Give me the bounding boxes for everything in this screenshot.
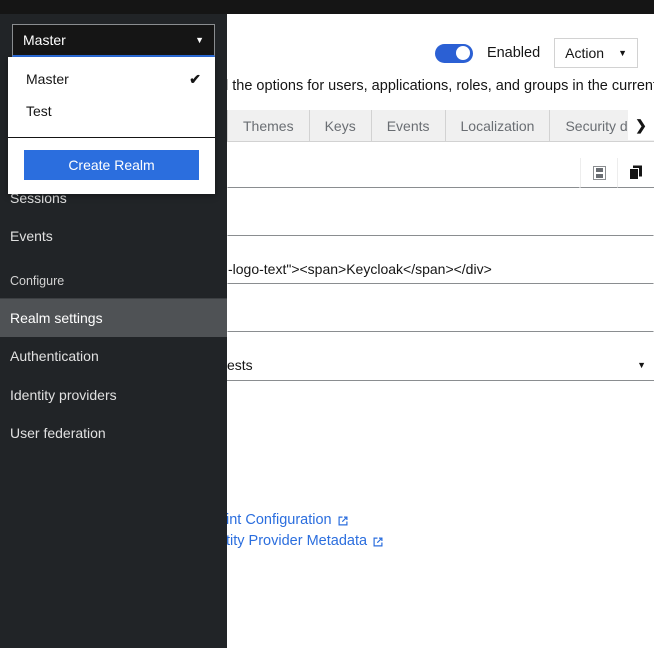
tab-keys[interactable]: Keys xyxy=(310,110,372,141)
select-input[interactable]: ests ▼ xyxy=(227,350,654,381)
sidebar-item-label: User federation xyxy=(10,425,106,441)
tab-themes[interactable]: Themes xyxy=(227,110,310,141)
action-button-label: Action xyxy=(565,45,604,61)
tab-label: Keys xyxy=(325,118,356,134)
realm-option-test[interactable]: Test xyxy=(8,95,215,127)
form-row-4 xyxy=(227,302,654,332)
caret-down-icon: ▼ xyxy=(195,36,204,45)
sidebar-item-authentication[interactable]: Authentication xyxy=(0,337,227,376)
realm-settings-form: -logo-text"><span>Keycloak</span></div> … xyxy=(227,142,654,380)
tab-label: Themes xyxy=(243,118,294,134)
tab-label: Localization xyxy=(461,118,535,134)
copy-icon[interactable] xyxy=(617,158,654,188)
realm-selector-value: Master xyxy=(23,32,195,48)
main-content: Enabled Action ▼ l the options for users… xyxy=(227,14,654,648)
realm-option-label: Test xyxy=(26,103,201,119)
sidebar-item-realm-settings[interactable]: Realm settings xyxy=(0,299,227,338)
sidebar-item-label: Realm settings xyxy=(10,310,103,326)
chevron-right-icon[interactable]: ❯ xyxy=(628,110,654,140)
tab-label: Events xyxy=(387,118,430,134)
nav-configure-list: Realm settings Authentication Identity p… xyxy=(0,299,227,453)
link-label: int Configuration xyxy=(227,510,332,531)
header-controls: Enabled Action ▼ xyxy=(435,38,638,68)
openid-endpoint-config-link[interactable]: int Configuration xyxy=(227,510,384,531)
tab-events[interactable]: Events xyxy=(372,110,446,141)
check-icon: ✔ xyxy=(189,71,201,88)
text-input-3[interactable]: -logo-text"><span>Keycloak</span></div> xyxy=(227,254,654,284)
page-header: Enabled Action ▼ l the options for users… xyxy=(227,14,654,110)
enabled-toggle-label: Enabled xyxy=(487,45,540,61)
form-row-1 xyxy=(227,158,654,188)
external-link-icon xyxy=(372,536,384,548)
form-row-3: -logo-text"><span>Keycloak</span></div> xyxy=(227,254,654,284)
realm-selector-wrap: Master ▼ xyxy=(0,14,227,57)
input-value: -logo-text"><span>Keycloak</span></div> xyxy=(228,261,492,277)
sidebar-item-events[interactable]: Events xyxy=(0,217,227,256)
sidebar-item-user-federation[interactable]: User federation xyxy=(0,414,227,453)
sidebar-item-label: Identity providers xyxy=(10,387,117,403)
action-button[interactable]: Action ▼ xyxy=(554,38,638,68)
caret-down-icon: ▼ xyxy=(637,360,654,370)
page-description: l the options for users, applications, r… xyxy=(227,78,654,94)
select-value: ests xyxy=(227,357,253,373)
endpoint-links: int Configuration tity Provider Metadata xyxy=(227,510,384,552)
text-input-1[interactable] xyxy=(227,158,580,188)
realm-option-list: Master ✔ Test xyxy=(8,57,215,133)
sidebar-item-label: Events xyxy=(10,228,53,244)
link-label: tity Provider Metadata xyxy=(227,531,367,552)
caret-down-icon: ▼ xyxy=(618,48,627,58)
saml-idp-metadata-link[interactable]: tity Provider Metadata xyxy=(227,531,384,552)
sidebar-item-label: Authentication xyxy=(10,348,99,364)
save-disk-icon[interactable] xyxy=(580,158,617,188)
form-row-2 xyxy=(227,206,654,236)
toggle-knob xyxy=(456,46,470,60)
external-link-icon xyxy=(337,515,349,527)
realm-option-master[interactable]: Master ✔ xyxy=(8,63,215,95)
sidebar-section-configure: Configure xyxy=(0,264,227,298)
text-input-2[interactable] xyxy=(227,206,654,236)
text-input-4[interactable] xyxy=(227,302,654,332)
realm-option-label: Master xyxy=(26,71,189,87)
create-realm-button[interactable]: Create Realm xyxy=(24,150,199,180)
enabled-toggle[interactable] xyxy=(435,44,473,63)
realm-selector-toggle[interactable]: Master ▼ xyxy=(12,24,215,57)
form-row-select: ests ▼ xyxy=(227,350,654,380)
tab-localization[interactable]: Localization xyxy=(446,110,551,141)
realm-menu-footer: Create Realm xyxy=(8,138,215,194)
masthead-bar xyxy=(0,0,654,14)
realm-selector-menu: Master ✔ Test Create Realm xyxy=(8,57,215,194)
tab-bar: Themes Keys Events Localization Security… xyxy=(227,110,654,142)
sidebar-item-identity-providers[interactable]: Identity providers xyxy=(0,376,227,415)
nav-spacer xyxy=(0,256,227,264)
